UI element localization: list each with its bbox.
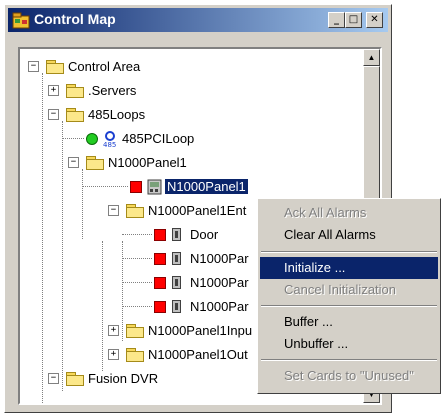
tree-node-servers[interactable]: + .Servers xyxy=(20,81,320,101)
title-bar[interactable]: Control Map _ □ ✕ xyxy=(8,8,388,32)
menu-item-clear-all-alarms[interactable]: Clear All Alarms xyxy=(260,224,438,246)
status-ok-icon xyxy=(86,133,98,145)
tree-line xyxy=(62,138,84,139)
reader-device-icon xyxy=(172,276,181,289)
menu-item-set-cards-unused[interactable]: Set Cards to "Unused" xyxy=(260,365,438,387)
collapse-icon[interactable]: − xyxy=(68,157,79,168)
minimize-button[interactable]: _ xyxy=(328,12,345,28)
collapse-icon[interactable]: − xyxy=(28,61,39,72)
node-label: N1000Panel1 xyxy=(164,178,249,195)
menu-item-cancel-initialization[interactable]: Cancel Initialization xyxy=(260,279,438,301)
node-label: N1000Par xyxy=(190,275,249,290)
status-alarm-icon xyxy=(130,181,142,193)
folder-icon xyxy=(66,84,84,98)
door-device-icon xyxy=(172,228,181,241)
folder-icon xyxy=(126,204,144,218)
folder-icon xyxy=(66,372,84,386)
menu-item-unbuffer[interactable]: Unbuffer ... xyxy=(260,333,438,355)
node-label: N1000Par xyxy=(190,299,249,314)
tree-node-n1000panel1[interactable]: − N1000Panel1 xyxy=(20,153,320,173)
folder-icon xyxy=(126,348,144,362)
maximize-button[interactable]: □ xyxy=(345,12,362,28)
close-button[interactable]: ✕ xyxy=(366,12,383,28)
node-label: Door xyxy=(190,227,219,242)
folder-icon xyxy=(126,324,144,338)
tree-line xyxy=(122,306,152,307)
node-label: N1000Panel1Out xyxy=(148,347,248,362)
node-label: N1000Panel1 xyxy=(108,155,187,170)
status-alarm-icon xyxy=(154,277,166,289)
collapse-icon[interactable]: − xyxy=(48,373,59,384)
reader-device-icon xyxy=(172,252,181,265)
status-alarm-icon xyxy=(154,229,166,241)
menu-item-ack-all-alarms[interactable]: Ack All Alarms xyxy=(260,202,438,224)
node-label: N1000Par xyxy=(190,251,249,266)
node-label: Control Area xyxy=(68,59,141,74)
node-label: 485Loops xyxy=(88,107,146,122)
tree-line xyxy=(122,258,152,259)
svg-text:485: 485 xyxy=(103,141,116,148)
expand-icon[interactable]: + xyxy=(108,349,119,360)
tree-line xyxy=(122,282,152,283)
menu-separator xyxy=(261,305,437,307)
folder-icon xyxy=(46,60,64,74)
panel-icon xyxy=(147,179,162,195)
status-alarm-icon xyxy=(154,253,166,265)
node-label: Fusion DVR xyxy=(88,371,159,386)
status-alarm-icon xyxy=(154,301,166,313)
tree-node-n1000panel1-device[interactable]: N1000Panel1 xyxy=(20,177,320,197)
context-menu: Ack All Alarms Clear All Alarms Initiali… xyxy=(257,198,441,394)
node-label: N1000Panel1Inpu xyxy=(148,323,253,338)
loop-icon: 485 xyxy=(103,131,116,148)
folder-icon xyxy=(66,108,84,122)
control-map-icon xyxy=(12,12,30,29)
collapse-icon[interactable]: − xyxy=(108,205,119,216)
expand-icon[interactable]: + xyxy=(108,325,119,336)
tree-line xyxy=(82,186,128,187)
tree-node-485loops[interactable]: − 485Loops xyxy=(20,105,320,125)
reader-device-icon xyxy=(172,300,181,313)
menu-item-initialize[interactable]: Initialize ... xyxy=(260,257,438,279)
menu-item-buffer[interactable]: Buffer ... xyxy=(260,311,438,333)
node-label: 485PCILoop xyxy=(122,131,195,146)
tree-node-485pciloop[interactable]: 485 485PCILoop xyxy=(20,129,320,149)
node-label: .Servers xyxy=(88,83,137,98)
node-label: N1000Panel1Ent xyxy=(148,203,247,218)
tree-node-control-area[interactable]: − Control Area xyxy=(20,57,320,77)
menu-separator xyxy=(261,251,437,253)
expand-icon[interactable]: + xyxy=(48,85,59,96)
collapse-icon[interactable]: − xyxy=(48,109,59,120)
window-title: Control Map xyxy=(34,11,116,27)
scroll-up-icon[interactable]: ▲ xyxy=(363,49,380,66)
menu-separator xyxy=(261,359,437,361)
tree-line xyxy=(122,234,152,235)
folder-icon xyxy=(86,156,104,170)
